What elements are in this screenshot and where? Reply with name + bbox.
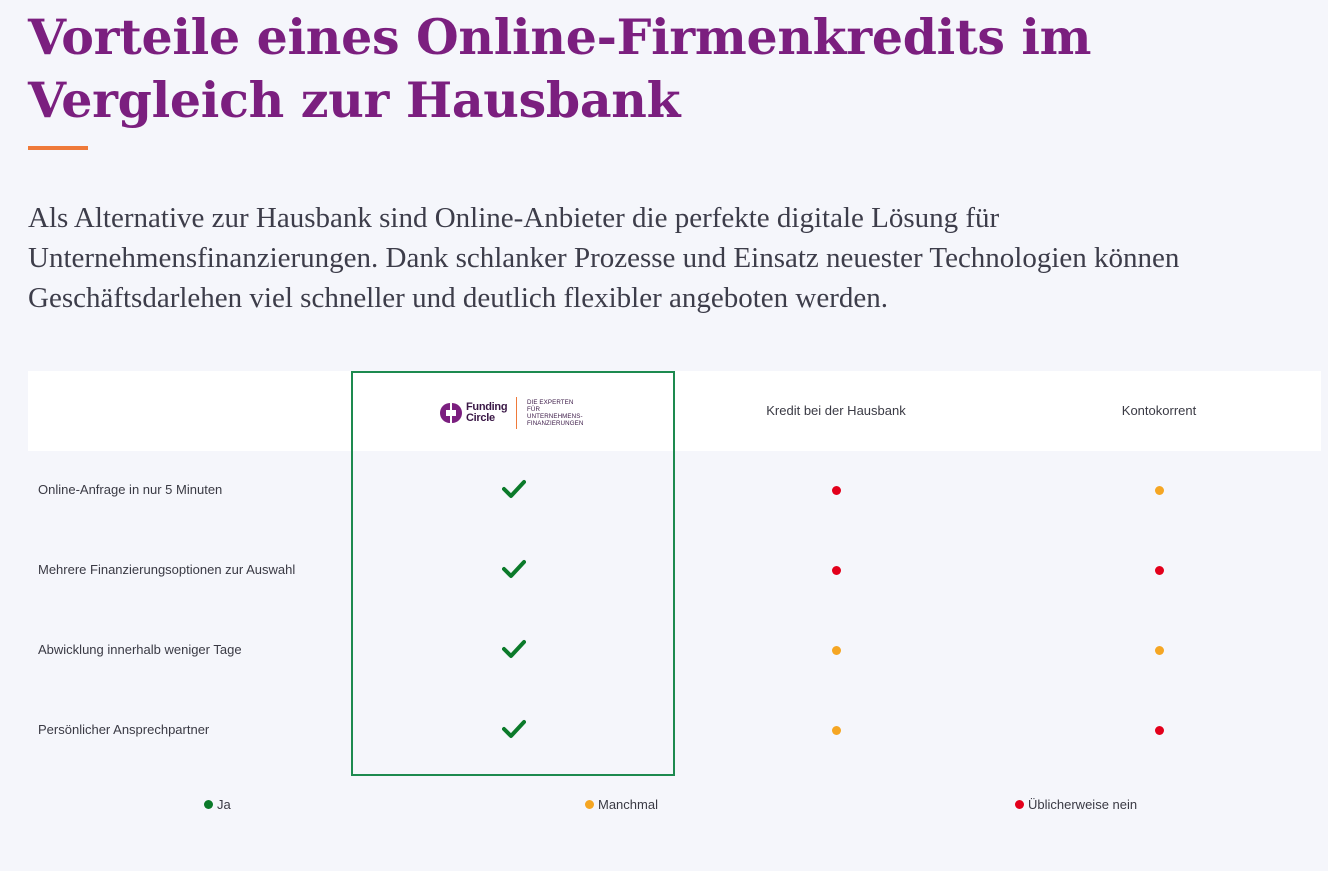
check-icon [502, 480, 526, 498]
legend-item-nein: Üblicherweise nein [1015, 797, 1137, 812]
legend-item-ja: Ja [204, 797, 231, 812]
status-dot-manchmal [1155, 486, 1164, 495]
row-label-ansprechpartner: Persönlicher Ansprechpartner [38, 722, 210, 737]
row-label-abwicklung: Abwicklung innerhalb weniger Tage [38, 642, 242, 657]
check-icon [502, 560, 526, 578]
legend-item-manchmal: Manchmal [585, 797, 658, 812]
funding-circle-logo-icon [440, 403, 462, 423]
legend-label-ja: Ja [217, 797, 231, 812]
legend-label-manchmal: Manchmal [598, 797, 658, 812]
legend-dot-ja [204, 800, 213, 809]
column-header-kontokorrent: Kontokorrent [1121, 403, 1197, 418]
page-title: Vorteile eines Online-Firmenkredits im V… [28, 8, 1092, 129]
status-dot-nein [1155, 726, 1164, 735]
legend-dot-manchmal [585, 800, 594, 809]
status-dot-nein [1155, 566, 1164, 575]
row-label-online-anfrage: Online-Anfrage in nur 5 Minuten [38, 482, 223, 497]
status-dot-manchmal [1155, 646, 1164, 655]
status-dot-manchmal [832, 726, 841, 735]
logo-tagline: Die Experten für Unternehmens-finanzieru… [527, 399, 584, 427]
check-icon [502, 720, 526, 738]
title-accent-bar [28, 146, 88, 150]
row-label-finanzierungsoptionen: Mehrere Finanzierungsoptionen zur Auswah… [38, 562, 296, 577]
column-header-hausbank: Kredit bei der Hausbank [766, 403, 906, 418]
status-dot-manchmal [832, 646, 841, 655]
intro-paragraph: Als Alternative zur Hausbank sind Online… [28, 202, 1180, 314]
status-dot-nein [832, 486, 841, 495]
legend-label-nein: Üblicherweise nein [1028, 797, 1138, 812]
check-icon [502, 640, 526, 658]
logo-name: Funding Circle [466, 401, 508, 424]
funding-circle-logo: Funding Circle Die Experten für Unterneh… [440, 396, 587, 430]
logo-divider [516, 397, 517, 429]
status-dot-nein [832, 566, 841, 575]
legend-dot-nein [1015, 800, 1024, 809]
